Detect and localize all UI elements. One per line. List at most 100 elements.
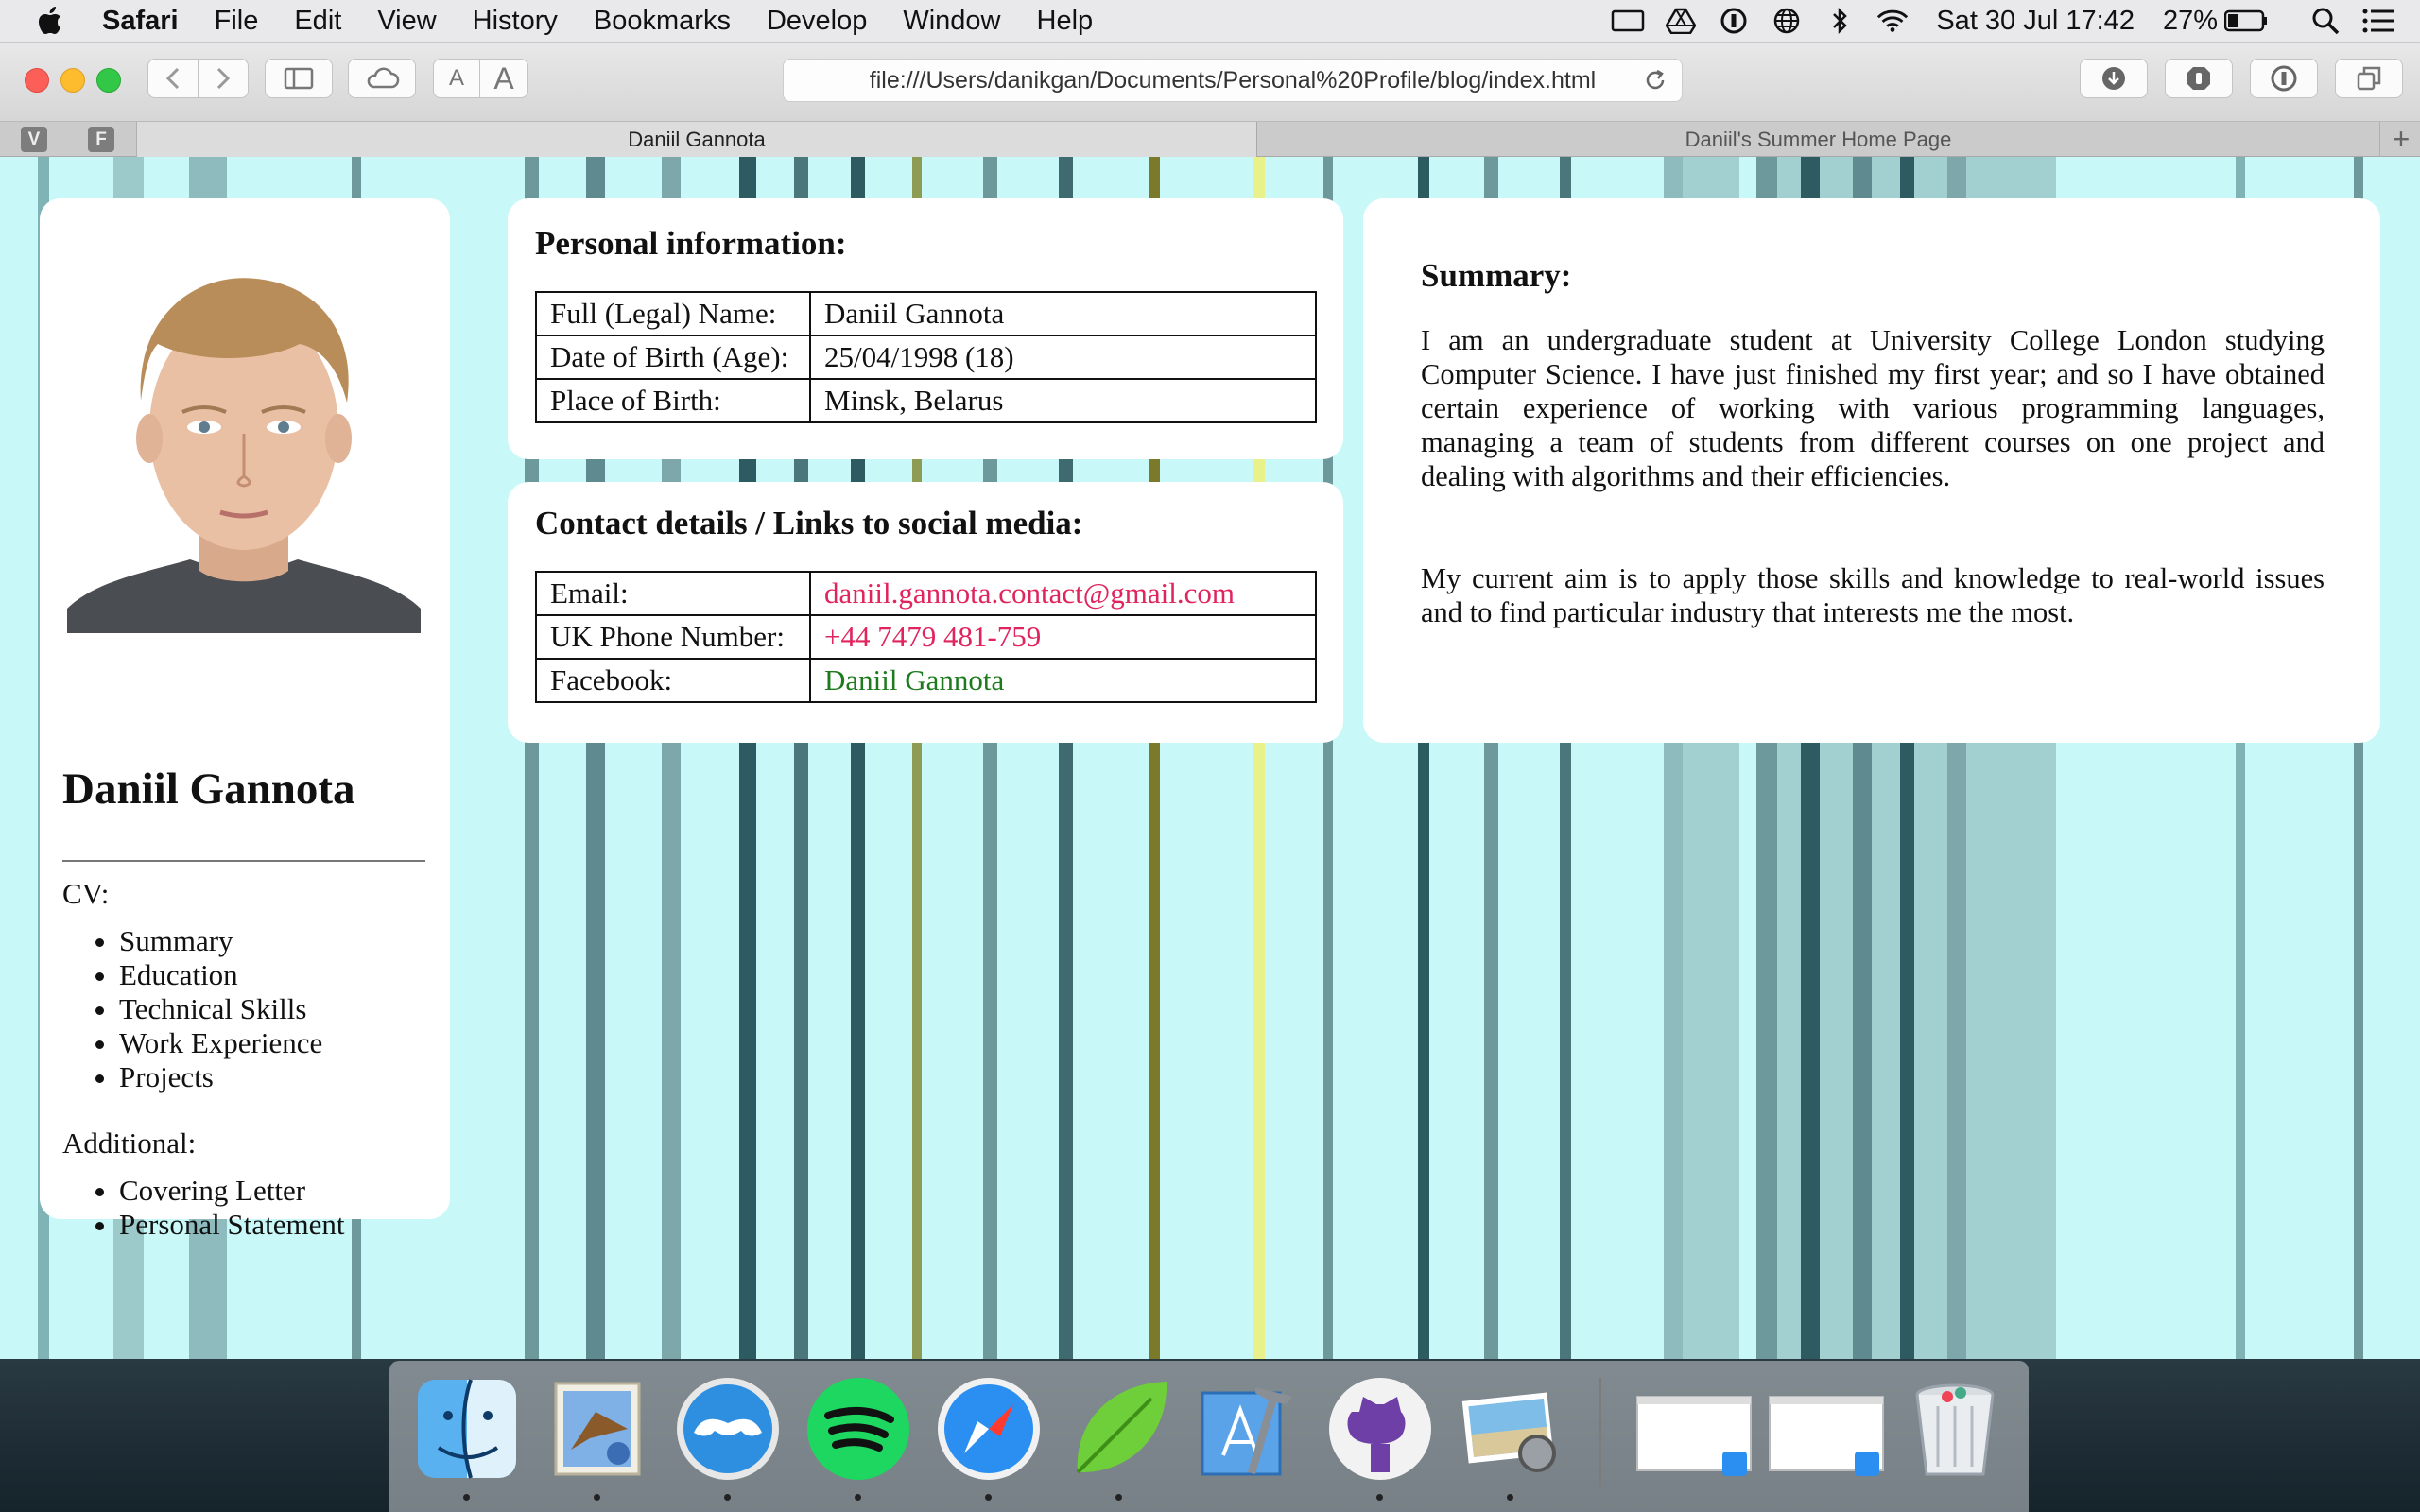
dock-tweetbot-icon[interactable] <box>673 1374 783 1501</box>
facebook-link[interactable]: Daniil Gannota <box>809 658 1317 703</box>
tab-summer-home-page[interactable]: Daniil's Summer Home Page <box>1257 122 2380 157</box>
close-window-button[interactable] <box>25 68 49 93</box>
summary-paragraph-2: My current aim is to apply those skills … <box>1421 562 2325 628</box>
dock-minimized-window-1[interactable] <box>1634 1374 1754 1484</box>
globe-icon[interactable] <box>1770 7 1804 35</box>
battery-icon[interactable] <box>2223 7 2269 35</box>
dock-coda-icon[interactable] <box>1064 1374 1174 1501</box>
increase-font-button[interactable]: A <box>479 59 528 98</box>
onepassword-icon <box>2271 65 2297 92</box>
menu-bookmarks[interactable]: Bookmarks <box>594 6 731 37</box>
row-key: Place of Birth: <box>535 378 811 423</box>
summary-paragraph-1: I am an undergraduate student at Univers… <box>1421 324 2325 492</box>
fullscreen-window-button[interactable] <box>96 68 121 93</box>
display-icon[interactable] <box>1611 7 1645 35</box>
address-url[interactable]: file:///Users/danikgan/Documents/Persona… <box>870 67 1596 94</box>
cv-link-technical-skills[interactable]: Technical Skills <box>119 992 322 1026</box>
sidebar-toggle-button[interactable] <box>265 59 333 98</box>
menu-help[interactable]: Help <box>1037 6 1094 37</box>
password-manager-button[interactable] <box>2250 59 2318 98</box>
dock-safari-icon[interactable] <box>934 1374 1044 1501</box>
dock-mail-icon[interactable] <box>543 1374 652 1501</box>
link-personal-statement[interactable]: Personal Statement <box>119 1208 344 1242</box>
decrease-font-button[interactable]: A <box>433 59 480 98</box>
row-key: Full (Legal) Name: <box>535 291 811 336</box>
dock-spotify-icon[interactable] <box>804 1374 913 1501</box>
menu-safari[interactable]: Safari <box>102 6 179 37</box>
personal-info-card: Personal information: Full (Legal) Name:… <box>508 198 1343 459</box>
battery-percent[interactable]: 27% <box>2163 6 2218 37</box>
menu-window[interactable]: Window <box>903 6 1000 37</box>
minimize-window-button[interactable] <box>60 68 85 93</box>
pinned-tab-f[interactable]: F <box>88 127 114 152</box>
web-page-viewport[interactable]: Daniil Gannota CV: Summary Education Tec… <box>0 157 2420 1359</box>
profile-name: Daniil Gannota <box>62 765 355 814</box>
cv-link-summary[interactable]: Summary <box>119 924 322 958</box>
row-key: Facebook: <box>535 658 811 703</box>
dock-minimized-window-2[interactable] <box>1766 1374 1887 1484</box>
reload-icon[interactable] <box>1642 67 1668 94</box>
row-key: UK Phone Number: <box>535 614 811 660</box>
personal-info-title: Personal information: <box>535 225 847 262</box>
menu-file[interactable]: File <box>215 6 259 37</box>
show-all-tabs-button[interactable] <box>2335 59 2403 98</box>
back-button[interactable] <box>147 59 199 98</box>
dock-trash-icon[interactable] <box>1900 1374 2010 1484</box>
download-icon <box>2102 67 2125 90</box>
menu-develop[interactable]: Develop <box>767 6 867 37</box>
menu-edit[interactable]: Edit <box>294 6 341 37</box>
tabs-overview-icon <box>2357 66 2381 91</box>
tab-daniil-gannota[interactable]: Daniil Gannota <box>136 122 1257 157</box>
table-row: Email: daniil.gannota.contact@gmail.com <box>535 571 1317 616</box>
safari-toolbar: A A file:///Users/danikgan/Documents/Per… <box>0 43 2420 121</box>
row-value: Minsk, Belarus <box>809 378 1317 423</box>
personal-info-table: Full (Legal) Name: Daniil Gannota Date o… <box>535 291 1317 423</box>
downloads-button[interactable] <box>2080 59 2148 98</box>
dock-finder-icon[interactable] <box>412 1374 522 1501</box>
onepassword-icon[interactable] <box>1717 7 1751 35</box>
running-indicator <box>724 1494 731 1501</box>
email-link[interactable]: daniil.gannota.contact@gmail.com <box>809 571 1317 616</box>
running-indicator <box>1507 1494 1513 1501</box>
tab-label: Daniil Gannota <box>628 127 766 151</box>
chevron-left-icon <box>165 67 180 90</box>
cv-link-projects[interactable]: Projects <box>119 1060 322 1094</box>
cv-link-education[interactable]: Education <box>119 958 322 992</box>
contact-table: Email: daniil.gannota.contact@gmail.com … <box>535 571 1317 703</box>
table-row: Place of Birth: Minsk, Belarus <box>535 378 1317 423</box>
tab-bar: V F Daniil Gannota Daniil's Summer Home … <box>0 121 2420 157</box>
running-indicator <box>463 1494 470 1501</box>
address-bar[interactable]: file:///Users/danikgan/Documents/Persona… <box>783 59 1683 102</box>
new-tab-button[interactable]: + <box>2382 122 2420 157</box>
dock-github-icon[interactable] <box>1325 1374 1435 1501</box>
spotlight-search-icon[interactable] <box>2308 7 2342 35</box>
contact-card: Contact details / Links to social media:… <box>508 482 1343 743</box>
plus-icon: + <box>2392 122 2411 156</box>
icloud-tabs-button[interactable] <box>348 59 416 98</box>
menu-history[interactable]: History <box>473 6 558 37</box>
row-value: 25/04/1998 (18) <box>809 335 1317 380</box>
apple-menu-icon[interactable] <box>38 7 62 35</box>
notification-center-icon[interactable] <box>2361 7 2395 35</box>
phone-link[interactable]: +44 7479 481-759 <box>809 614 1317 660</box>
row-key: Email: <box>535 571 811 616</box>
dock-xcode-icon[interactable] <box>1195 1374 1305 1484</box>
link-covering-letter[interactable]: Covering Letter <box>119 1174 344 1208</box>
row-key: Date of Birth (Age): <box>535 335 811 380</box>
google-drive-icon[interactable] <box>1664 7 1698 35</box>
pinned-tab-v[interactable]: V <box>21 127 47 152</box>
running-indicator <box>1115 1494 1122 1501</box>
tab-label: Daniil's Summer Home Page <box>1685 127 1952 151</box>
summary-title: Summary: <box>1421 257 1572 294</box>
menubar-clock[interactable]: Sat 30 Jul 17:42 <box>1936 6 2135 37</box>
hand-stop-icon <box>2187 67 2210 90</box>
bluetooth-icon[interactable] <box>1823 7 1857 35</box>
table-row: UK Phone Number: +44 7479 481-759 <box>535 614 1317 660</box>
ad-blocker-button[interactable] <box>2165 59 2233 98</box>
cloud-icon <box>367 67 400 89</box>
menu-view[interactable]: View <box>377 6 436 37</box>
forward-button[interactable] <box>198 59 249 98</box>
wifi-icon[interactable] <box>1876 7 1910 35</box>
cv-link-work-experience[interactable]: Work Experience <box>119 1026 322 1060</box>
dock-preview-icon[interactable] <box>1456 1374 1565 1501</box>
